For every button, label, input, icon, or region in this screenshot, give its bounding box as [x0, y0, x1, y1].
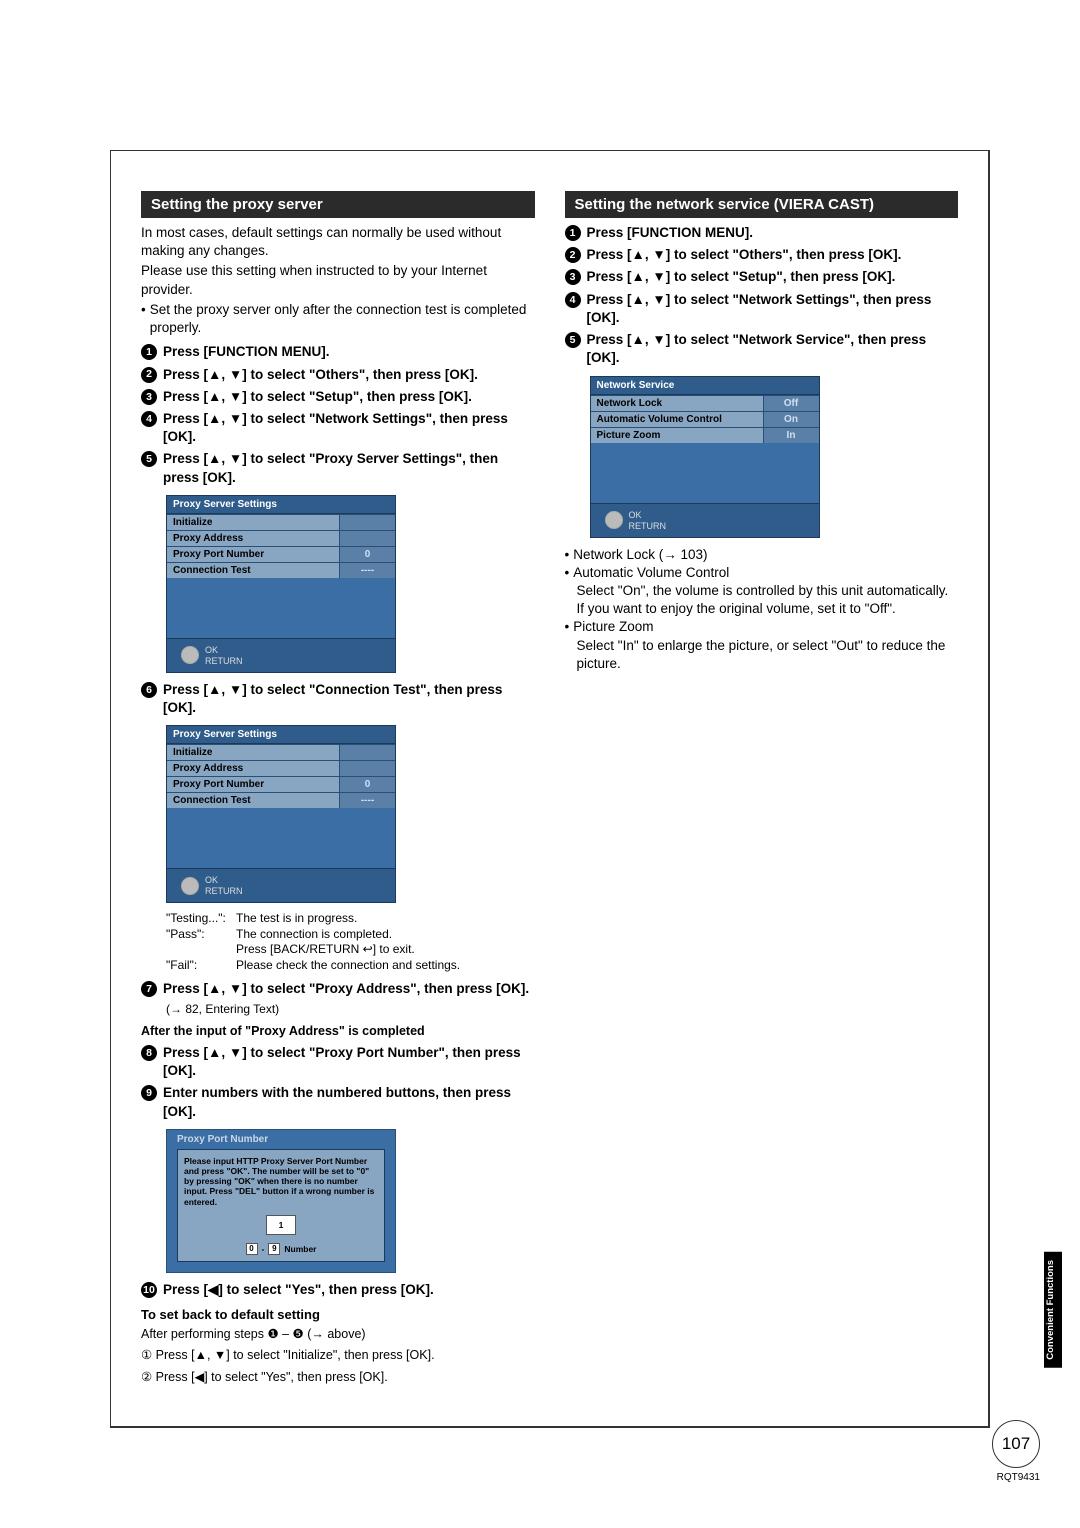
reset-after: After performing steps ❶ – ❺ (→ above) — [141, 1326, 535, 1344]
step-10: 10Press [◀] to select "Yes", then press … — [141, 1281, 535, 1299]
proxy-osd-1: Proxy Server Settings Initialize Proxy A… — [166, 495, 396, 673]
proxy-osd-2: Proxy Server Settings Initialize Proxy A… — [166, 725, 396, 903]
network-service-osd: Network Service Network LockOff Automati… — [590, 376, 820, 538]
viera-step-2: 2Press [▲, ▼] to select "Others", then p… — [565, 246, 959, 264]
osd-title: Proxy Server Settings — [167, 496, 395, 514]
note-zoom-body: Select "In" to enlarge the picture, or s… — [577, 637, 959, 673]
footer-code: RQT9431 — [997, 1472, 1040, 1483]
reset-line-2: ② Press [◀] to select "Yes", then press … — [141, 1369, 535, 1387]
proxy-section-header: Setting the proxy server — [141, 191, 535, 218]
right-column: Setting the network service (VIERA CAST)… — [565, 191, 959, 1406]
port-input-value: 1 — [266, 1215, 296, 1235]
osd-footer: OK RETURN — [167, 638, 395, 672]
ns-row-lock: Network LockOff — [591, 395, 819, 411]
viera-section-header: Setting the network service (VIERA CAST) — [565, 191, 959, 218]
viera-step-1: 1Press [FUNCTION MENU]. — [565, 224, 959, 242]
proxy-intro-bullet: Set the proxy server only after the conn… — [141, 301, 535, 337]
ns-row-avc: Automatic Volume ControlOn — [591, 411, 819, 427]
note-avc-body: Select "On", the volume is controlled by… — [577, 582, 959, 618]
page-frame: Setting the proxy server In most cases, … — [110, 150, 990, 1428]
note-avc-title: Automatic Volume Control — [565, 564, 959, 582]
after-proxy-address-label: After the input of "Proxy Address" is co… — [141, 1024, 535, 1038]
step-6-wrap: 6Press [▲, ▼] to select "Connection Test… — [141, 681, 535, 717]
osd-row-conn-test: Connection Test---- — [167, 562, 395, 578]
viera-step-4: 4Press [▲, ▼] to select "Network Setting… — [565, 291, 959, 327]
step-1: 1Press [FUNCTION MENU]. — [141, 343, 535, 361]
step-9: 9Enter numbers with the numbered buttons… — [141, 1084, 535, 1120]
proxy-port-panel: Proxy Port Number Please input HTTP Prox… — [166, 1129, 396, 1273]
step-7-sub: (→ 82, Entering Text) — [166, 1002, 535, 1016]
osd-row-proxy-port: Proxy Port Number0 — [167, 546, 395, 562]
step-3: 3Press [▲, ▼] to select "Setup", then pr… — [141, 388, 535, 406]
ok-button-icon — [181, 877, 199, 895]
left-column: Setting the proxy server In most cases, … — [141, 191, 535, 1406]
osd-row-initialize: Initialize — [167, 514, 395, 530]
viera-step-5: 5Press [▲, ▼] to select "Network Service… — [565, 331, 959, 367]
ok-button-icon — [605, 511, 623, 529]
proxy-intro-1: In most cases, default settings can norm… — [141, 224, 535, 260]
reset-line-1: ① Press [▲, ▼] to select "Initialize", t… — [141, 1347, 535, 1365]
note-zoom-title: Picture Zoom — [565, 618, 959, 636]
testing-note: "Testing...":The test is in progress. "P… — [166, 911, 535, 973]
ns-row-zoom: Picture ZoomIn — [591, 427, 819, 443]
step-8: 8Press [▲, ▼] to select "Proxy Port Numb… — [141, 1044, 535, 1080]
viera-steps-list: 1Press [FUNCTION MENU]. 2Press [▲, ▼] to… — [565, 224, 959, 368]
proxy-intro-2: Please use this setting when instructed … — [141, 262, 535, 298]
step-5: 5Press [▲, ▼] to select "Proxy Server Se… — [141, 450, 535, 486]
step-4: 4Press [▲, ▼] to select "Network Setting… — [141, 410, 535, 446]
step-2: 2Press [▲, ▼] to select "Others", then p… — [141, 366, 535, 384]
reset-heading: To set back to default setting — [141, 1307, 535, 1322]
viera-step-3: 3Press [▲, ▼] to select "Setup", then pr… — [565, 268, 959, 286]
step-7: 7Press [▲, ▼] to select "Proxy Address",… — [141, 980, 535, 998]
osd-row-proxy-address: Proxy Address — [167, 530, 395, 546]
side-tab-convenient-functions: Convenient Functions — [1044, 1252, 1062, 1368]
page-number: 107 — [992, 1420, 1040, 1468]
note-network-lock: Network Lock (→ 103) — [565, 546, 959, 564]
step-6: 6Press [▲, ▼] to select "Connection Test… — [141, 681, 535, 717]
proxy-steps-list: 1Press [FUNCTION MENU]. 2Press [▲, ▼] to… — [141, 343, 535, 487]
ok-button-icon — [181, 646, 199, 664]
